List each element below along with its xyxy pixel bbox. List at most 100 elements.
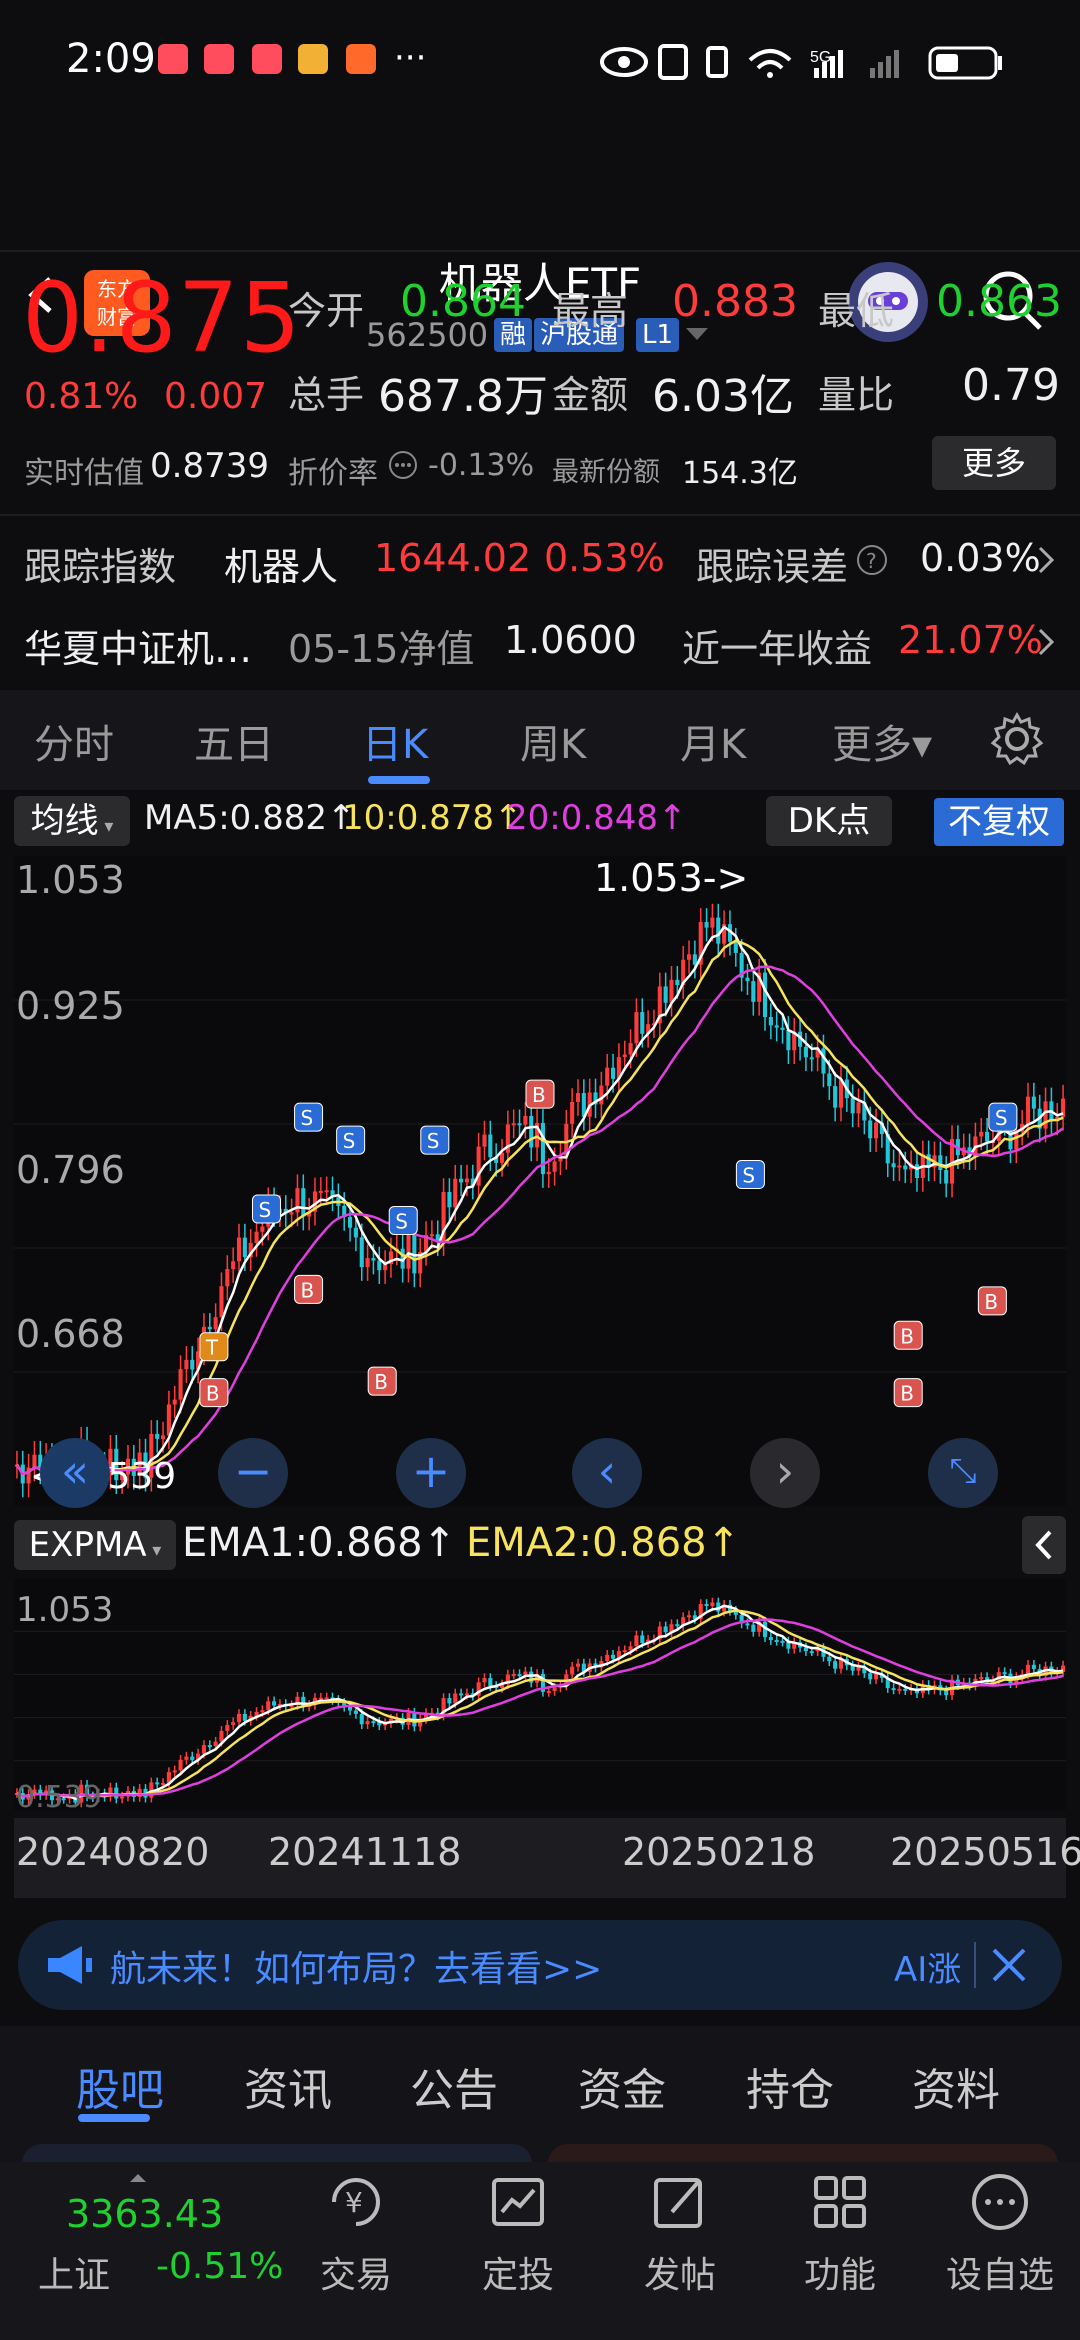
candle-body xyxy=(570,1666,575,1675)
candle-body xyxy=(686,954,692,960)
tab-five-day[interactable]: 五日 xyxy=(194,712,274,770)
expma-selector[interactable]: EXPMA ▾ xyxy=(14,1520,176,1570)
tab-profile[interactable]: 资料 xyxy=(912,2054,1000,2118)
tab-daily-k[interactable]: 日K xyxy=(362,712,428,770)
candle-body xyxy=(260,1226,265,1232)
fund-row[interactable]: 华夏中证机… 05-15净值 1.0600 近一年收益 21.07% xyxy=(0,600,1080,684)
open-value: 0.864 xyxy=(400,276,526,327)
candle-body xyxy=(371,1721,376,1724)
candle-body xyxy=(856,1102,861,1114)
adjust-toggle[interactable]: 不复权 xyxy=(934,798,1064,846)
candle-body xyxy=(938,1155,943,1170)
info-dots-icon[interactable] xyxy=(388,450,418,480)
stock-header: 东方 财富 机器人ETF 562500 融 沪股通 L1 xyxy=(0,120,1080,354)
nav-value: 1.0600 xyxy=(504,618,637,662)
tab-holdings[interactable]: 持仓 xyxy=(746,2054,834,2118)
tab-announcements[interactable]: 公告 xyxy=(410,2054,498,2118)
change-percent: 0.81% xyxy=(24,376,139,417)
move-right-button[interactable]: › xyxy=(750,1438,820,1508)
promo-banner[interactable]: 航未来！如何布局？去看看>> AI涨 xyxy=(18,1920,1062,2010)
candle-body xyxy=(575,1663,581,1667)
zoom-in-button[interactable]: + xyxy=(396,1438,466,1508)
candle-body xyxy=(511,1674,516,1677)
tab-monthly-k[interactable]: 月K xyxy=(680,712,746,770)
candle-body xyxy=(733,941,738,953)
ma10-value: 10:0.878↑ xyxy=(342,798,523,838)
candle-body xyxy=(780,1027,785,1030)
candle-body xyxy=(260,1710,265,1713)
zoom-out-button[interactable]: − xyxy=(218,1438,288,1508)
market-index-value[interactable]: 3363.43 xyxy=(66,2192,223,2236)
chevron-down-icon[interactable] xyxy=(686,328,708,342)
ma5-value: MA5:0.882↑ xyxy=(144,798,356,838)
market-index-pct[interactable]: -0.51% xyxy=(156,2246,283,2287)
volume-value: 687.8万 xyxy=(378,371,548,422)
trade-signal-label: B xyxy=(532,1083,546,1107)
nav-function[interactable]: 功能 xyxy=(780,2246,900,2298)
app-notification-icon xyxy=(204,44,234,74)
trade-signal-label: S xyxy=(258,1198,271,1222)
tab-funds[interactable]: 资金 xyxy=(578,2054,666,2118)
candle-body xyxy=(570,1101,575,1124)
candle-body xyxy=(686,1615,692,1618)
y-axis-label: 0.925 xyxy=(16,984,125,1028)
ma-line xyxy=(16,1604,1064,1801)
gear-icon[interactable] xyxy=(990,712,1044,766)
candle-body xyxy=(160,1435,166,1439)
tracking-error-label: 跟踪误差 xyxy=(696,545,849,589)
candle-body xyxy=(120,1796,125,1799)
candle-body xyxy=(675,979,680,986)
candle-body xyxy=(464,1178,469,1183)
candle-body xyxy=(155,1782,160,1785)
app-notification-icon xyxy=(252,44,282,74)
invest-plan-icon[interactable] xyxy=(486,2170,550,2234)
collapse-panel-button[interactable] xyxy=(1022,1516,1066,1574)
dk-point-button[interactable]: DK点 xyxy=(766,796,892,846)
candle-body xyxy=(891,1163,896,1168)
expma-chart[interactable] xyxy=(14,1578,1066,1810)
candle-body xyxy=(768,1016,773,1026)
tab-forum[interactable]: 股吧 xyxy=(76,2054,164,2118)
ratio-value: 0.79 xyxy=(962,360,1060,411)
move-left-button[interactable]: ‹ xyxy=(572,1438,642,1508)
close-icon[interactable] xyxy=(990,1946,1028,1984)
candle-body xyxy=(914,1164,920,1178)
candle-body xyxy=(213,1317,218,1330)
fullscreen-button[interactable]: ⤡ xyxy=(928,1438,998,1508)
candle-body xyxy=(762,972,768,1017)
nav-invest-plan[interactable]: 定投 xyxy=(458,2246,578,2298)
tracking-row[interactable]: 跟踪指数 机器人 1644.02 0.53% 跟踪误差 ? 0.03% xyxy=(0,516,1080,600)
candle-body xyxy=(160,1782,166,1785)
candle-body xyxy=(605,1654,610,1662)
more-button[interactable]: 更多 xyxy=(932,436,1056,490)
nav-trade[interactable]: 交易 xyxy=(296,2246,416,2298)
candle-body xyxy=(704,921,709,928)
market-index-name[interactable]: 上证 xyxy=(38,2246,110,2298)
candle-body xyxy=(406,1234,411,1269)
help-icon[interactable]: ? xyxy=(856,544,888,576)
low-value: 0.863 xyxy=(936,276,1062,327)
shares-value: 154.3亿 xyxy=(682,456,798,491)
candle-body xyxy=(1014,1131,1019,1150)
add-watchlist-icon[interactable] xyxy=(968,2170,1032,2234)
candle-body xyxy=(178,1759,183,1771)
nav-watchlist[interactable]: 设自选 xyxy=(940,2246,1060,2298)
candle-body xyxy=(453,1178,458,1208)
candle-body xyxy=(242,1237,247,1258)
trade-icon[interactable]: ¥ xyxy=(324,2170,388,2234)
candle-body xyxy=(377,1260,382,1271)
tab-more[interactable]: 更多▾ xyxy=(832,712,932,770)
status-time: 2:09 xyxy=(66,36,156,82)
tab-intraday[interactable]: 分时 xyxy=(34,712,114,770)
candle-body xyxy=(827,1073,832,1087)
ema-y-bottom: 0.539 xyxy=(16,1780,102,1815)
function-grid-icon[interactable] xyxy=(808,2170,872,2234)
kline-chart[interactable]: SSSSSSSBTBBBBBB xyxy=(14,856,1066,1506)
candle-body xyxy=(809,1651,814,1654)
nav-post[interactable]: 发帖 xyxy=(620,2246,740,2298)
tab-news[interactable]: 资讯 xyxy=(244,2054,332,2118)
zoom-out-left-button[interactable]: « xyxy=(40,1438,110,1508)
ma-selector[interactable]: 均线 ▾ xyxy=(14,796,130,846)
post-icon[interactable] xyxy=(648,2170,712,2234)
tab-weekly-k[interactable]: 周K xyxy=(520,712,586,770)
